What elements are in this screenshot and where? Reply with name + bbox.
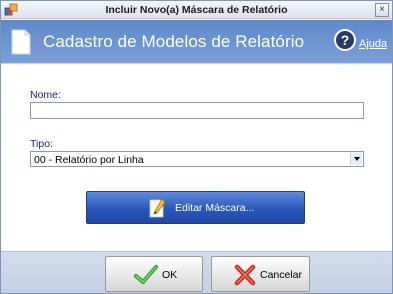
edit-document-icon — [149, 198, 166, 218]
ok-button[interactable]: OK — [105, 256, 203, 292]
page-title: Cadastro de Modelos de Relatório — [43, 32, 305, 51]
cancel-label: Cancelar — [260, 269, 303, 281]
check-icon — [134, 265, 158, 284]
dialog-window: Incluir Novo(a) Máscara de Relatório × C… — [0, 0, 393, 294]
close-button[interactable]: × — [375, 3, 389, 17]
document-icon — [11, 29, 31, 55]
cancel-button[interactable]: Cancelar — [211, 256, 310, 292]
tipo-label: Tipo: — [30, 138, 53, 150]
edit-mask-button[interactable]: Editar Máscara... — [86, 191, 305, 224]
tipo-select[interactable]: 00 - Relatório por Linha — [30, 151, 364, 167]
edit-mask-label: Editar Máscara... — [175, 202, 255, 214]
help-link[interactable]: Ajuda — [359, 38, 387, 50]
tipo-selected-value: 00 - Relatório por Linha — [34, 154, 144, 166]
chevron-down-icon[interactable] — [350, 153, 362, 165]
window-title: Incluir Novo(a) Máscara de Relatório — [105, 4, 288, 16]
title-bar[interactable]: Incluir Novo(a) Máscara de Relatório × — [1, 1, 392, 19]
cancel-x-icon — [234, 264, 256, 286]
header-banner: Cadastro de Modelos de Relatório ? Ajuda — [1, 20, 392, 64]
help-icon[interactable]: ? — [334, 29, 356, 51]
nome-label: Nome: — [30, 89, 61, 101]
ok-label: OK — [162, 269, 178, 281]
footer-bar: OK Cancelar — [1, 251, 392, 293]
nome-input[interactable] — [30, 102, 364, 119]
